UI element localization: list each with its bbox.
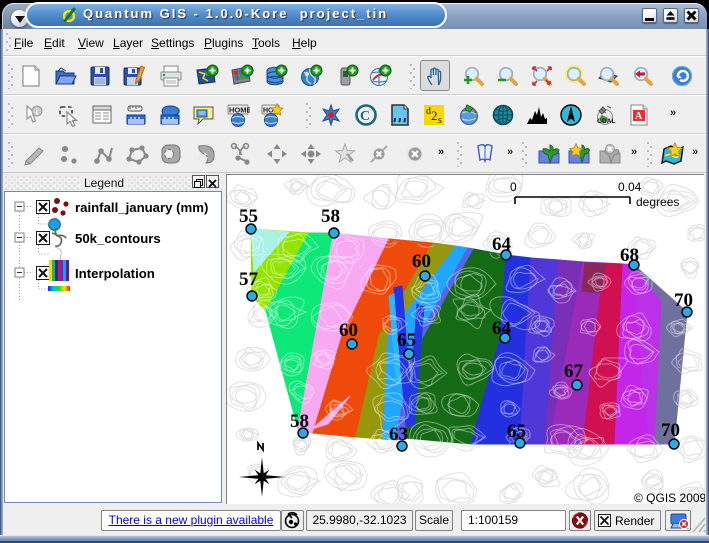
svg-text:0: 0 xyxy=(510,180,517,194)
svg-text:0.04: 0.04 xyxy=(618,180,642,194)
svg-text:2: 2 xyxy=(431,108,438,123)
svg-text:58: 58 xyxy=(321,206,340,227)
svg-text:58: 58 xyxy=(290,411,309,432)
svg-text:© QGIS 2009: © QGIS 2009 xyxy=(634,491,705,505)
svg-text:HOME: HOME xyxy=(229,106,250,115)
svg-text:57: 57 xyxy=(239,269,259,290)
svg-text:GDAL: GDAL xyxy=(597,118,615,125)
svg-text:63: 63 xyxy=(389,424,408,445)
svg-text:65: 65 xyxy=(397,330,416,351)
svg-text:70: 70 xyxy=(661,420,680,441)
svg-text:s: s xyxy=(438,115,442,126)
svg-text:C: C xyxy=(360,109,370,124)
svg-text:67: 67 xyxy=(564,361,584,382)
svg-text:60: 60 xyxy=(412,251,431,272)
svg-text:64: 64 xyxy=(492,234,512,255)
svg-text:A: A xyxy=(635,111,643,122)
svg-text:68: 68 xyxy=(620,245,639,266)
svg-text:degrees: degrees xyxy=(636,195,679,209)
svg-text:64: 64 xyxy=(492,318,512,339)
svg-text:65: 65 xyxy=(507,421,526,442)
svg-text:60: 60 xyxy=(339,320,358,341)
svg-text:70: 70 xyxy=(674,290,693,311)
svg-text:55: 55 xyxy=(239,206,258,227)
